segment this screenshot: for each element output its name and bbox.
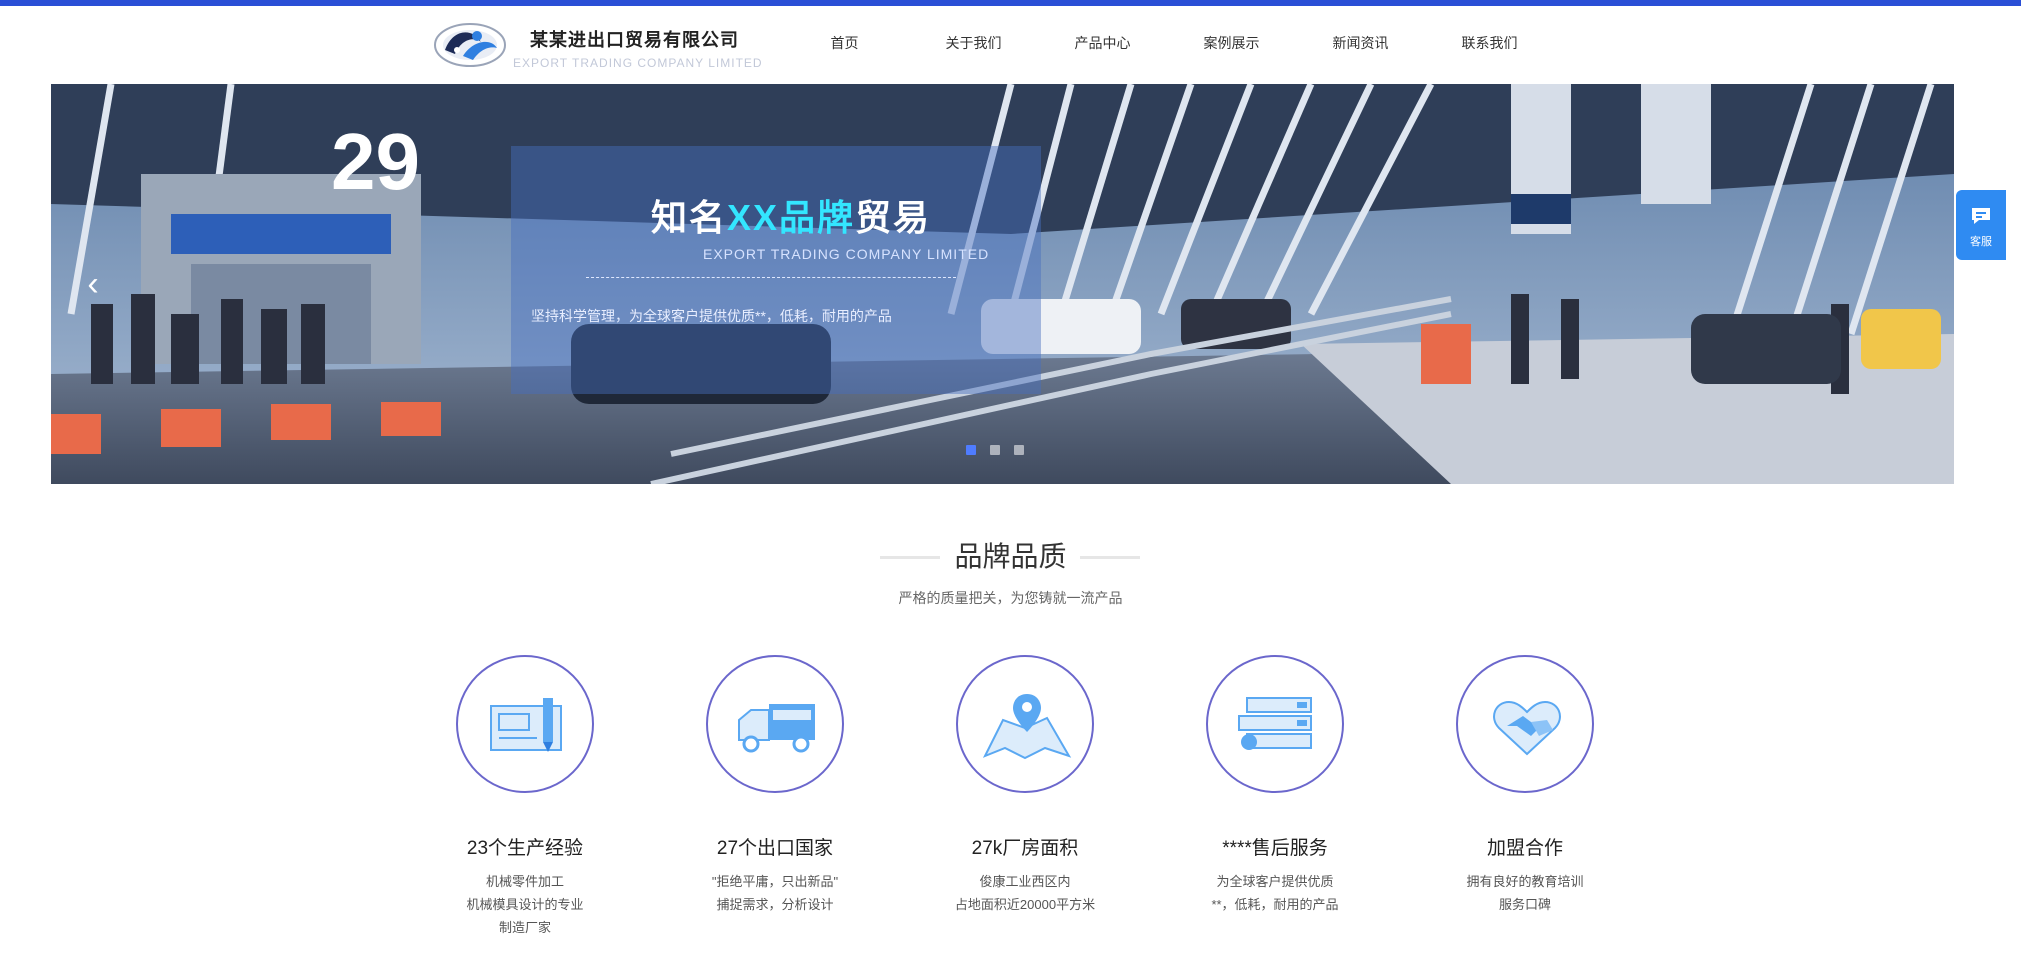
map-pin-icon xyxy=(982,694,1072,760)
customer-service-widget[interactable]: 客服 xyxy=(1956,190,2006,260)
nav-home[interactable]: 首页 xyxy=(780,28,909,58)
feature-desc: 服务口碑 xyxy=(1498,897,1551,912)
feature-desc: 俊康工业西区内 xyxy=(979,874,1071,889)
feature-circle xyxy=(1206,655,1344,793)
feature-title: 23个生产经验 xyxy=(466,838,584,859)
nav-about[interactable]: 关于我们 xyxy=(909,28,1038,58)
feature-circle xyxy=(956,655,1094,793)
feature-desc: 制造厂家 xyxy=(498,920,551,935)
banner-pagination xyxy=(966,445,1024,455)
banner-divider xyxy=(586,277,956,278)
banner-dot-2[interactable] xyxy=(990,445,1000,455)
nav-products[interactable]: 产品中心 xyxy=(1038,28,1167,58)
banner-headline: 知名XX品牌贸易 xyxy=(651,189,931,241)
banner-description: 坚持科学管理，为全球客户提供优质**，低耗，耐用的产品 xyxy=(531,308,892,324)
banner-dot-3[interactable] xyxy=(1014,445,1024,455)
service-card-icon xyxy=(1238,697,1312,750)
feature-title: 27个出口国家 xyxy=(716,838,834,859)
banner-headline-prefix: 知名 xyxy=(651,197,728,238)
feature-title: ****售后服务 xyxy=(1222,838,1328,859)
feature-item[interactable]: 23个生产经验 机械零件加工 机械模具设计的专业 制造厂家 xyxy=(400,655,650,939)
company-name: 某某进出口贸易有限公司 xyxy=(530,30,739,50)
feature-desc: 机械零件加工 xyxy=(485,874,564,889)
feature-item[interactable]: 27k厂房面积 俊康工业西区内 占地面积近20000平方米 xyxy=(900,655,1150,916)
feature-title: 27k厂房面积 xyxy=(971,838,1079,859)
feature-desc: 拥有良好的教育培训 xyxy=(1466,874,1584,889)
banner-dot-1[interactable] xyxy=(966,445,976,455)
banner-text-panel xyxy=(511,146,1041,394)
feature-item[interactable]: 加盟合作 拥有良好的教育培训 服务口碑 xyxy=(1400,655,1650,916)
feature-circle xyxy=(706,655,844,793)
feature-item[interactable]: ****售后服务 为全球客户提供优质 **，低耗，耐用的产品 xyxy=(1150,655,1400,916)
gate-number-sign: 29 xyxy=(331,117,420,206)
chat-bubble-icon xyxy=(1972,208,1990,224)
blueprint-icon xyxy=(490,698,562,752)
banner-subtitle: EXPORT TRADING COMPANY LIMITED xyxy=(703,246,990,262)
feature-desc: 占地面积近20000平方米 xyxy=(954,897,1096,912)
feature-title: 加盟合作 xyxy=(1486,838,1563,859)
feature-desc: 捕捉需求，分析设计 xyxy=(716,897,834,912)
company-logo-icon xyxy=(434,23,506,67)
site-logo[interactable]: 某某进出口贸易有限公司 EXPORT TRADING COMPANY LIMIT… xyxy=(433,16,763,76)
section-title: 品牌品质 xyxy=(954,541,1067,572)
feature-desc: **，低耗，耐用的产品 xyxy=(1211,897,1339,912)
main-nav: 首页 关于我们 产品中心 案例展示 新闻资讯 联系我们 xyxy=(780,28,1554,58)
customer-service-label: 客服 xyxy=(1970,236,1992,248)
feature-desc: "拒绝平庸，只出新品" xyxy=(711,874,839,889)
feature-circle xyxy=(1456,655,1594,793)
banner-prev-arrow-icon[interactable]: ‹ xyxy=(81,264,105,304)
section-subtitle: 严格的质量把关，为您铸就一流产品 xyxy=(898,590,1123,606)
feature-list: 23个生产经验 机械零件加工 机械模具设计的专业 制造厂家 27个出口国家 "拒… xyxy=(400,655,1650,955)
feature-circle xyxy=(456,655,594,793)
banner-headline-suffix: 贸易 xyxy=(855,197,932,238)
site-header: 某某进出口贸易有限公司 EXPORT TRADING COMPANY LIMIT… xyxy=(0,6,2021,84)
hero-banner-slider[interactable]: 29 知名XX品牌贸易 EXPORT TRADING COMPANY LIMIT… xyxy=(51,84,1954,484)
nav-cases[interactable]: 案例展示 xyxy=(1167,28,1296,58)
banner-headline-accent: XX品牌 xyxy=(727,197,856,238)
nav-contact[interactable]: 联系我们 xyxy=(1425,28,1554,58)
feature-desc: 机械模具设计的专业 xyxy=(466,897,584,912)
handshake-icon xyxy=(1493,700,1561,756)
feature-item[interactable]: 27个出口国家 "拒绝平庸，只出新品" 捕捉需求，分析设计 xyxy=(650,655,900,916)
truck-icon xyxy=(738,704,815,753)
company-english-name: EXPORT TRADING COMPANY LIMITED xyxy=(513,56,763,70)
feature-desc: 为全球客户提供优质 xyxy=(1216,874,1334,889)
nav-news[interactable]: 新闻资讯 xyxy=(1296,28,1425,58)
